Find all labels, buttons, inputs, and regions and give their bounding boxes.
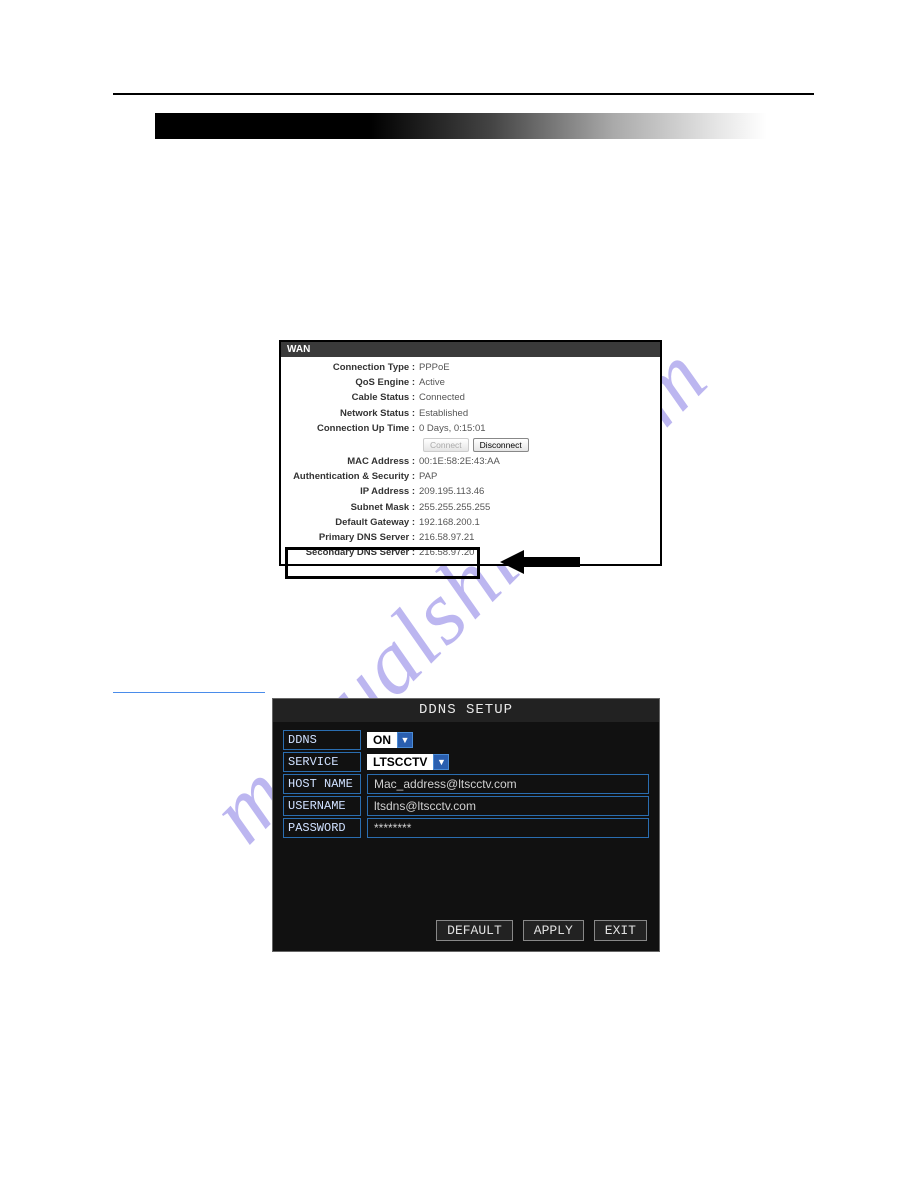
wan-row: QoS Engine :Active	[287, 375, 654, 390]
wan-value: 192.168.200.1	[419, 515, 654, 530]
service-select[interactable]: LTSCCTV ▼	[367, 754, 449, 770]
wan-row: Connection Up Time :0 Days, 0:15:01	[287, 421, 654, 436]
username-input[interactable]: ltsdns@ltscctv.com	[367, 796, 649, 816]
wan-buttons: Connect Disconnect	[423, 436, 654, 454]
wan-label: Subnet Mask :	[287, 500, 419, 515]
wan-label: Connection Type :	[287, 360, 419, 375]
wan-label: Connection Up Time :	[287, 421, 419, 436]
wan-label: Authentication & Security :	[287, 469, 419, 484]
wan-label: Network Status :	[287, 406, 419, 421]
wan-value: PAP	[419, 469, 654, 484]
ddns-row-service: SERVICE LTSCCTV ▼	[283, 752, 649, 772]
chevron-down-icon: ▼	[433, 754, 449, 770]
wan-row: Network Status :Established	[287, 406, 654, 421]
wan-value: Connected	[419, 390, 654, 405]
wan-value: PPPoE	[419, 360, 654, 375]
wan-value: 255.255.255.255	[419, 500, 654, 515]
ddns-row-pass: PASSWORD ********	[283, 818, 649, 838]
ddns-body: DDNS ON ▼ SERVICE LTSCCTV ▼ HOST NAME Ma…	[273, 722, 659, 920]
service-label: SERVICE	[283, 752, 361, 772]
wan-label: Default Gateway :	[287, 515, 419, 530]
ddns-select-value: ON	[367, 732, 397, 748]
wan-label: Cable Status :	[287, 390, 419, 405]
wan-row: Authentication & Security :PAP	[287, 469, 654, 484]
ddns-panel: DDNS SETUP DDNS ON ▼ SERVICE LTSCCTV ▼ H…	[272, 698, 660, 952]
apply-button[interactable]: APPLY	[523, 920, 584, 941]
ddns-buttons: DEFAULT APPLY EXIT	[273, 920, 659, 951]
wan-value: 216.58.97.21	[419, 530, 654, 545]
wan-row: Primary DNS Server :216.58.97.21	[287, 530, 654, 545]
wan-label: QoS Engine :	[287, 375, 419, 390]
page-top-rule	[113, 93, 814, 95]
ddns-select[interactable]: ON ▼	[367, 732, 413, 748]
wan-value: 00:1E:58:2E:43:AA	[419, 454, 654, 469]
ddns-label: DDNS	[283, 730, 361, 750]
page-gradient-bar	[155, 113, 767, 139]
wan-panel: WAN Connection Type :PPPoE QoS Engine :A…	[279, 340, 662, 566]
ddns-row-user: USERNAME ltsdns@ltscctv.com	[283, 796, 649, 816]
ddns-row-ddns: DDNS ON ▼	[283, 730, 649, 750]
wan-label: MAC Address :	[287, 454, 419, 469]
host-label: HOST NAME	[283, 774, 361, 794]
exit-button[interactable]: EXIT	[594, 920, 647, 941]
wan-label: IP Address :	[287, 484, 419, 499]
wan-value: Active	[419, 375, 654, 390]
wan-row: Connection Type :PPPoE	[287, 360, 654, 375]
wan-row: Secondary DNS Server :216.58.97.20	[287, 545, 654, 560]
wan-body: Connection Type :PPPoE QoS Engine :Activ…	[281, 357, 660, 564]
wan-label: Primary DNS Server :	[287, 530, 419, 545]
disconnect-button[interactable]: Disconnect	[473, 438, 529, 452]
wan-label: Secondary DNS Server :	[287, 545, 419, 560]
wan-row: MAC Address :00:1E:58:2E:43:AA	[287, 454, 654, 469]
wan-row: Default Gateway :192.168.200.1	[287, 515, 654, 530]
wan-row: Subnet Mask :255.255.255.255	[287, 500, 654, 515]
host-input[interactable]: Mac_address@ltscctv.com	[367, 774, 649, 794]
link-underline	[113, 692, 265, 693]
default-button[interactable]: DEFAULT	[436, 920, 513, 941]
connect-button[interactable]: Connect	[423, 438, 469, 452]
ddns-row-host: HOST NAME Mac_address@ltscctv.com	[283, 774, 649, 794]
chevron-down-icon: ▼	[397, 732, 413, 748]
arrow-icon	[500, 548, 580, 581]
wan-value: 0 Days, 0:15:01	[419, 421, 654, 436]
wan-header: WAN	[281, 342, 660, 357]
ddns-title: DDNS SETUP	[273, 699, 659, 722]
password-label: PASSWORD	[283, 818, 361, 838]
service-select-value: LTSCCTV	[367, 754, 433, 770]
wan-row: Cable Status :Connected	[287, 390, 654, 405]
wan-value: Established	[419, 406, 654, 421]
username-label: USERNAME	[283, 796, 361, 816]
password-input[interactable]: ********	[367, 818, 649, 838]
wan-row: IP Address :209.195.113.46	[287, 484, 654, 499]
wan-value: 209.195.113.46	[419, 484, 654, 499]
